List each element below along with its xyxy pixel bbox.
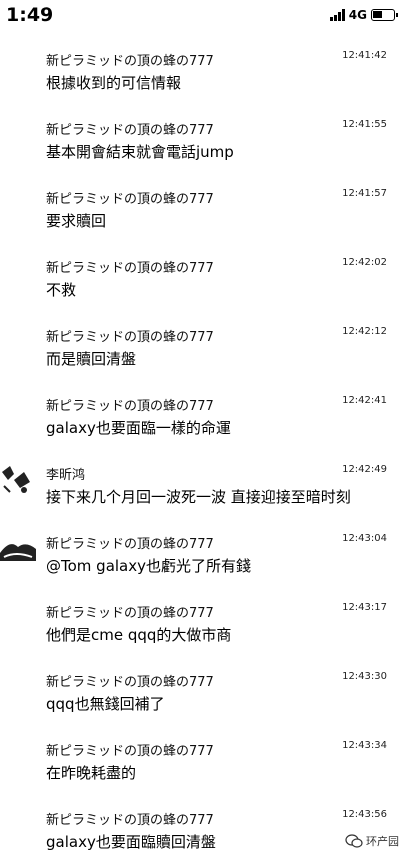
wechat-icon bbox=[345, 834, 363, 848]
message-text: 要求贖回 bbox=[46, 212, 107, 230]
message-text: 根據收到的可信情報 bbox=[46, 74, 182, 92]
message-sender: 新ピラミッドの頂の蜂の777 bbox=[46, 399, 214, 414]
message-time: 12:41:42 bbox=[342, 50, 387, 61]
message-time: 12:42:02 bbox=[342, 257, 387, 268]
message-item[interactable]: 新ピラミッドの頂の蜂の777 12:42:41 galaxy也要面臨一樣的命運 bbox=[0, 385, 407, 454]
message-sender: 新ピラミッドの頂の蜂の777 bbox=[46, 330, 214, 345]
network-label: 4G bbox=[348, 8, 367, 22]
avatar[interactable] bbox=[0, 527, 36, 567]
message-time: 12:42:41 bbox=[342, 395, 387, 406]
message-time: 12:43:56 bbox=[342, 809, 387, 820]
message-sender: 新ピラミッドの頂の蜂の777 bbox=[46, 54, 214, 69]
message-sender: 新ピラミッドの頂の蜂の777 bbox=[46, 675, 214, 690]
message-sender: 李昕鸿 bbox=[46, 468, 86, 483]
chat-message-list[interactable]: 新ピラミッドの頂の蜂の777 12:41:42 根據收到的可信情報 新ピラミッドの頂の… bbox=[0, 40, 407, 857]
message-sender: 新ピラミッドの頂の蜂の777 bbox=[46, 123, 214, 138]
message-time: 12:43:17 bbox=[342, 602, 387, 613]
message-time: 12:41:55 bbox=[342, 119, 387, 130]
message-time: 12:43:04 bbox=[342, 533, 387, 544]
watermark-text: 环产园 bbox=[366, 835, 399, 848]
message-sender: 新ピラミッドの頂の蜂の777 bbox=[46, 606, 214, 621]
message-text: 基本開會結束就會電話jump bbox=[46, 143, 234, 161]
message-item[interactable]: 新ピラミッドの頂の蜂の777 12:42:02 不救 bbox=[0, 247, 407, 316]
avatar[interactable] bbox=[0, 458, 36, 498]
message-time: 12:41:57 bbox=[342, 188, 387, 199]
message-sender: 新ピラミッドの頂の蜂の777 bbox=[46, 192, 214, 207]
message-sender: 新ピラミッドの頂の蜂の777 bbox=[46, 813, 214, 828]
message-text: galaxy也要面臨贖回清盤 bbox=[46, 833, 216, 851]
status-bar: 1:49 4G bbox=[0, 0, 407, 30]
message-item[interactable]: 新ピラミッドの頂の蜂の777 12:42:12 而是贖回清盤 bbox=[0, 316, 407, 385]
message-time: 12:43:34 bbox=[342, 740, 387, 751]
battery-icon bbox=[371, 9, 398, 21]
watermark: 环产园 bbox=[345, 833, 399, 849]
message-item[interactable]: 新ピラミッドの頂の蜂の777 12:41:42 根據收到的可信情報 bbox=[0, 40, 407, 109]
message-time: 12:42:12 bbox=[342, 326, 387, 337]
message-sender: 新ピラミッドの頂の蜂の777 bbox=[46, 261, 214, 276]
message-text: @Tom galaxy也虧光了所有錢 bbox=[46, 557, 251, 575]
message-item[interactable]: 新ピラミッドの頂の蜂の777 12:43:34 在昨晚耗盡的 bbox=[0, 730, 407, 799]
message-time: 12:42:49 bbox=[342, 464, 387, 475]
message-item[interactable]: 新ピラミッドの頂の蜂の777 12:41:57 要求贖回 bbox=[0, 178, 407, 247]
message-sender: 新ピラミッドの頂の蜂の777 bbox=[46, 744, 214, 759]
message-text: 在昨晚耗盡的 bbox=[46, 764, 137, 782]
message-time: 12:43:30 bbox=[342, 671, 387, 682]
status-icons: 4G bbox=[329, 8, 398, 22]
message-text: qqq也無錢回補了 bbox=[46, 695, 165, 713]
message-text: 而是贖回清盤 bbox=[46, 350, 137, 368]
signal-icon bbox=[329, 9, 345, 21]
message-item[interactable]: 李昕鸿 12:42:49 接下来几个月回一波死一波 直接迎接至暗时刻 bbox=[0, 454, 407, 523]
message-item[interactable]: 新ピラミッドの頂の蜂の777 12:43:04 @Tom galaxy也虧光了所有錢 bbox=[0, 523, 407, 592]
status-time: 1:49 bbox=[6, 4, 54, 26]
message-item[interactable]: 新ピラミッドの頂の蜂の777 12:43:30 qqq也無錢回補了 bbox=[0, 661, 407, 730]
message-item[interactable]: 新ピラミッドの頂の蜂の777 12:41:55 基本開會結束就會電話jump bbox=[0, 109, 407, 178]
message-sender: 新ピラミッドの頂の蜂の777 bbox=[46, 537, 214, 552]
message-item[interactable]: 新ピラミッドの頂の蜂の777 12:43:17 他們是cme qqq的大做市商 bbox=[0, 592, 407, 661]
message-text: galaxy也要面臨一樣的命運 bbox=[46, 419, 231, 437]
message-text: 不救 bbox=[46, 281, 77, 299]
message-text: 他們是cme qqq的大做市商 bbox=[46, 626, 232, 644]
message-text: 接下来几个月回一波死一波 直接迎接至暗时刻 bbox=[46, 488, 351, 506]
